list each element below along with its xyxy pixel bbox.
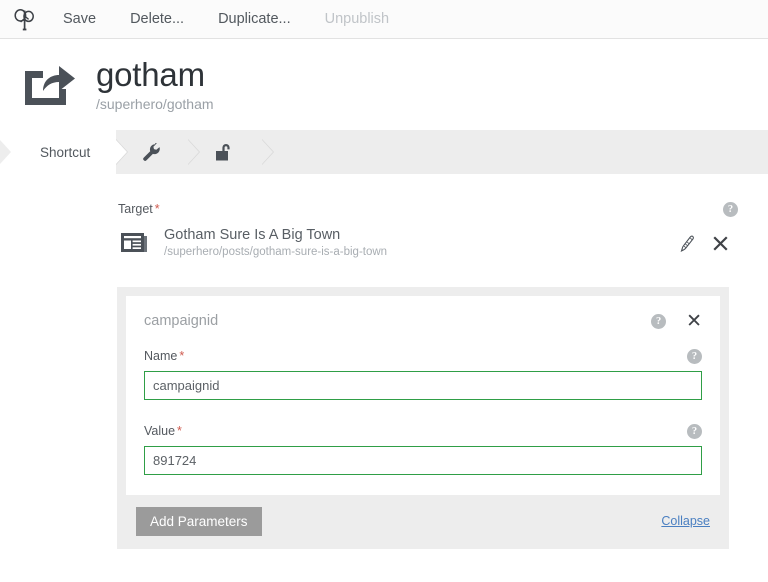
parameter-panel: campaignid ? ✕ Name* ? bbox=[117, 287, 729, 549]
target-label-text: Target bbox=[118, 202, 153, 216]
tab-shortcut-label: Shortcut bbox=[40, 145, 90, 160]
pencil-edit-icon[interactable] bbox=[679, 235, 696, 252]
parameter-help-icon[interactable]: ? bbox=[651, 314, 666, 329]
toolbar-save-button[interactable]: Save bbox=[51, 7, 108, 31]
tab-bar: Shortcut bbox=[0, 130, 768, 174]
value-help-icon[interactable]: ? bbox=[687, 424, 702, 439]
page-header: gotham /superhero/gotham bbox=[0, 39, 768, 130]
page-path: /superhero/gotham bbox=[96, 97, 214, 112]
value-label-row: Value* ? bbox=[144, 424, 702, 439]
value-required-marker: * bbox=[177, 424, 182, 438]
target-label: Target* bbox=[118, 202, 160, 216]
name-label: Name* bbox=[144, 349, 184, 363]
target-section: Target* ? Gotham Sure Is A Big Town /sup… bbox=[0, 202, 768, 261]
page-title: gotham bbox=[96, 57, 214, 93]
target-item-path: /superhero/posts/gotham-sure-is-a-big-to… bbox=[164, 245, 679, 261]
collapse-link[interactable]: Collapse bbox=[661, 514, 710, 528]
name-input[interactable] bbox=[144, 371, 702, 400]
parameter-header-actions: ? ✕ bbox=[651, 312, 702, 331]
main-content: Target* ? Gotham Sure Is A Big Town /sup… bbox=[0, 174, 768, 549]
article-page-icon bbox=[118, 230, 150, 256]
parameter-card: campaignid ? ✕ Name* ? bbox=[126, 296, 720, 495]
target-required-marker: * bbox=[155, 202, 160, 216]
toolbar-delete-button[interactable]: Delete... bbox=[118, 7, 196, 31]
value-label: Value* bbox=[144, 424, 182, 438]
shortcut-arrow-icon bbox=[18, 61, 80, 109]
toolbar-duplicate-button[interactable]: Duplicate... bbox=[206, 7, 303, 31]
tree-logo-icon[interactable] bbox=[10, 4, 40, 34]
name-label-text: Name bbox=[144, 349, 177, 363]
name-required-marker: * bbox=[179, 349, 184, 363]
top-toolbar: Save Delete... Duplicate... Unpublish bbox=[0, 0, 768, 39]
parameter-footer: Add Parameters Collapse bbox=[126, 495, 720, 540]
target-remove-close-icon[interactable] bbox=[713, 236, 728, 251]
name-label-row: Name* ? bbox=[144, 349, 702, 364]
name-help-icon[interactable]: ? bbox=[687, 349, 702, 364]
target-label-row: Target* ? bbox=[118, 202, 738, 217]
target-item-title[interactable]: Gotham Sure Is A Big Town bbox=[164, 226, 679, 244]
unlock-icon bbox=[214, 142, 236, 162]
value-form-group: Value* ? bbox=[144, 424, 702, 475]
value-input[interactable] bbox=[144, 446, 702, 475]
parameter-header: campaignid ? ✕ bbox=[144, 312, 702, 345]
tab-shortcut[interactable]: Shortcut bbox=[14, 130, 116, 174]
tab-bar-leading-notch bbox=[0, 130, 14, 174]
target-item-texts: Gotham Sure Is A Big Town /superhero/pos… bbox=[164, 226, 679, 261]
name-form-group: Name* ? bbox=[144, 349, 702, 400]
target-actions bbox=[679, 235, 728, 252]
parameter-heading: campaignid bbox=[144, 313, 218, 329]
parameter-close-icon[interactable]: ✕ bbox=[686, 312, 702, 331]
value-label-text: Value bbox=[144, 424, 175, 438]
target-item-row: Gotham Sure Is A Big Town /superhero/pos… bbox=[118, 226, 738, 261]
wrench-icon bbox=[142, 142, 162, 162]
add-parameters-button[interactable]: Add Parameters bbox=[136, 507, 262, 536]
toolbar-unpublish-button: Unpublish bbox=[313, 7, 402, 31]
target-help-icon[interactable]: ? bbox=[723, 202, 738, 217]
